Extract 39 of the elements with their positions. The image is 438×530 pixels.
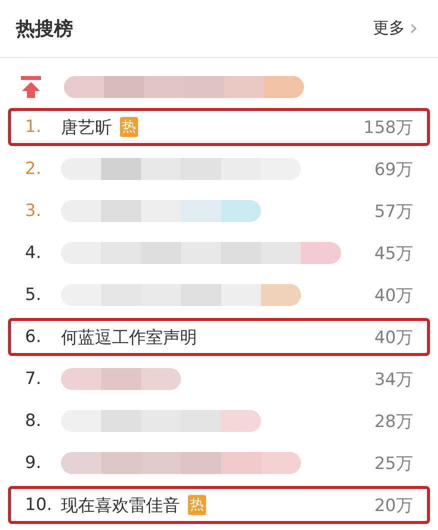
search-count: 45万	[374, 242, 413, 264]
item-title: 何蓝逗工作室声明	[61, 326, 197, 348]
item-title: 唐艺昕	[61, 116, 112, 138]
hot-search-item[interactable]: 3. 57万	[8, 192, 430, 230]
hot-search-item[interactable]: 6. 何蓝逗工作室声明 40万	[8, 318, 430, 356]
rank-number: 1.	[25, 117, 42, 137]
hot-search-item[interactable]: 8. 28万	[8, 402, 430, 440]
rank-number: 6.	[25, 327, 42, 347]
chevron-icon: ›	[409, 18, 418, 40]
search-count: 20万	[374, 494, 413, 516]
search-count: 34万	[374, 368, 413, 390]
rank-number: 9.	[25, 453, 42, 473]
hot-search-item[interactable]: 2. 69万	[8, 150, 430, 188]
search-count: 40万	[374, 326, 413, 348]
rank-number: 7.	[25, 369, 42, 389]
rank-number: 3.	[25, 201, 42, 221]
rank-number: 2.	[25, 159, 42, 179]
hot-badge: 热	[188, 495, 206, 515]
search-count: 57万	[374, 200, 413, 222]
hot-search-item[interactable]: 9. 25万	[8, 444, 430, 482]
rank-number: 5.	[25, 285, 42, 305]
panel-title: 热搜榜	[16, 16, 73, 42]
hot-badge: 热	[120, 117, 138, 137]
hot-search-item[interactable]: 4. 45万	[8, 234, 430, 272]
search-count: 158万	[364, 116, 413, 138]
more-link[interactable]: 更多 ›	[373, 18, 418, 40]
hot-search-item[interactable]: 5. 40万	[8, 276, 430, 314]
search-count: 69万	[374, 158, 413, 180]
search-count: 28万	[374, 410, 413, 432]
item-title: 现在喜欢雷佳音	[61, 494, 180, 516]
rank-number: 4.	[25, 243, 42, 263]
search-count: 25万	[374, 452, 413, 474]
rank-number: 8.	[25, 411, 42, 431]
rank-number: 10.	[25, 495, 54, 515]
hot-search-item[interactable]: 7. 34万	[8, 360, 430, 398]
pin-top-icon	[20, 75, 42, 99]
search-count: 40万	[374, 284, 413, 306]
hot-search-item[interactable]: 1. 唐艺昕 热 158万	[8, 108, 430, 146]
hot-search-item[interactable]: 10. 现在喜欢雷佳音 热 20万	[8, 486, 430, 524]
